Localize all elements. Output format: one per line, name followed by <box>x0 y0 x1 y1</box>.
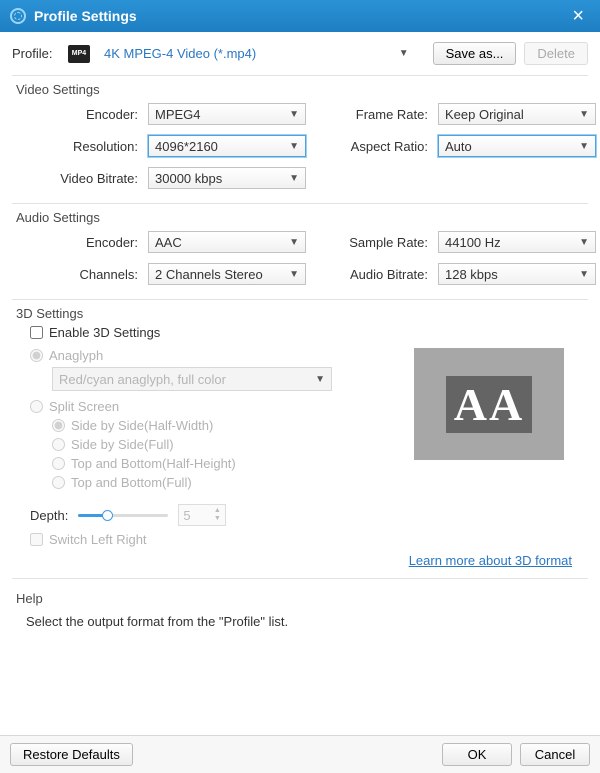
chevron-down-icon: ▼ <box>289 173 299 184</box>
video-bitrate-select[interactable]: 30000 kbps▼ <box>148 167 306 189</box>
aspect-ratio-select[interactable]: Auto▼ <box>438 135 596 157</box>
chevron-down-icon: ▼ <box>579 109 589 120</box>
chevron-down-icon: ▼ <box>579 237 589 248</box>
video-bitrate-label: Video Bitrate: <box>28 171 138 186</box>
anaglyph-radio: Anaglyph <box>30 348 394 363</box>
depth-slider[interactable] <box>78 508 168 522</box>
split-screen-input <box>30 400 43 413</box>
audio-encoder-label: Encoder: <box>28 235 138 250</box>
mp4-icon: MP4 <box>68 45 90 63</box>
restore-defaults-button[interactable]: Restore Defaults <box>10 743 133 766</box>
learn-more-link[interactable]: Learn more about 3D format <box>409 553 572 568</box>
app-icon <box>10 8 26 24</box>
chevron-down-icon: ▼ <box>579 141 589 152</box>
frame-rate-select[interactable]: Keep Original▼ <box>438 103 596 125</box>
audio-settings-header: Audio Settings <box>16 210 588 225</box>
profile-select[interactable]: 4K MPEG-4 Video (*.mp4) ▼ <box>98 46 425 61</box>
3d-settings-section: 3D Settings Enable 3D Settings Anaglyph … <box>20 306 588 568</box>
3d-preview: AA <box>414 348 564 460</box>
video-encoder-select[interactable]: MPEG4▼ <box>148 103 306 125</box>
3d-settings-header: 3D Settings <box>16 306 588 321</box>
depth-spinner: 5 ▲▼ <box>178 504 226 526</box>
split-screen-radio: Split Screen <box>30 399 394 414</box>
close-icon[interactable]: × <box>566 5 590 28</box>
preview-letters: AA <box>446 376 532 433</box>
depth-row: Depth: 5 ▲▼ <box>30 504 588 526</box>
channels-label: Channels: <box>28 267 138 282</box>
chevron-down-icon: ▼ <box>289 237 299 248</box>
cancel-button[interactable]: Cancel <box>520 743 590 766</box>
frame-rate-label: Frame Rate: <box>316 107 428 122</box>
anaglyph-input <box>30 349 43 362</box>
resolution-select[interactable]: 4096*2160▼ <box>148 135 306 157</box>
aspect-ratio-label: Aspect Ratio: <box>316 139 428 154</box>
slider-thumb[interactable] <box>102 510 113 521</box>
depth-label: Depth: <box>30 508 68 523</box>
chevron-down-icon: ▼ <box>289 269 299 280</box>
sbs-full-radio: Side by Side(Full) <box>52 437 394 452</box>
chevron-down-icon: ▼ <box>399 48 409 59</box>
chevron-down-icon: ▼ <box>579 269 589 280</box>
chevron-down-icon: ▼ <box>315 374 325 385</box>
enable-3d-input[interactable] <box>30 326 43 339</box>
audio-encoder-select[interactable]: AAC▼ <box>148 231 306 253</box>
title-bar: Profile Settings × <box>0 0 600 32</box>
channels-select[interactable]: 2 Channels Stereo▼ <box>148 263 306 285</box>
ok-button[interactable]: OK <box>442 743 512 766</box>
help-section: Help Select the output format from the "… <box>20 591 588 629</box>
sample-rate-label: Sample Rate: <box>316 235 428 250</box>
tab-half-radio: Top and Bottom(Half-Height) <box>52 456 394 471</box>
chevron-up-icon: ▲ <box>211 507 223 515</box>
video-encoder-label: Encoder: <box>28 107 138 122</box>
chevron-down-icon: ▼ <box>211 515 223 523</box>
video-settings-header: Video Settings <box>16 82 588 97</box>
chevron-down-icon: ▼ <box>289 109 299 120</box>
help-header: Help <box>16 591 588 606</box>
help-text: Select the output format from the "Profi… <box>26 614 588 629</box>
chevron-down-icon: ▼ <box>289 141 299 152</box>
footer: Restore Defaults OK Cancel <box>0 735 600 773</box>
save-as-button[interactable]: Save as... <box>433 42 517 65</box>
switch-lr-checkbox: Switch Left Right <box>30 532 588 547</box>
delete-button: Delete <box>524 42 588 65</box>
tab-full-radio: Top and Bottom(Full) <box>52 475 394 490</box>
switch-lr-input <box>30 533 43 546</box>
profile-label: Profile: <box>12 46 60 61</box>
profile-value: 4K MPEG-4 Video (*.mp4) <box>98 46 399 61</box>
profile-row: Profile: MP4 4K MPEG-4 Video (*.mp4) ▼ S… <box>0 32 600 75</box>
audio-settings-section: Audio Settings Encoder: AAC▼ Sample Rate… <box>20 210 588 285</box>
anaglyph-mode-select: Red/cyan anaglyph, full color▼ <box>52 367 332 391</box>
audio-bitrate-label: Audio Bitrate: <box>316 267 428 282</box>
sample-rate-select[interactable]: 44100 Hz▼ <box>438 231 596 253</box>
sbs-half-radio: Side by Side(Half-Width) <box>52 418 394 433</box>
enable-3d-checkbox[interactable]: Enable 3D Settings <box>30 325 588 340</box>
window-title: Profile Settings <box>34 8 566 24</box>
audio-bitrate-select[interactable]: 128 kbps▼ <box>438 263 596 285</box>
resolution-label: Resolution: <box>28 139 138 154</box>
video-settings-section: Video Settings Encoder: MPEG4▼ Frame Rat… <box>20 82 588 189</box>
